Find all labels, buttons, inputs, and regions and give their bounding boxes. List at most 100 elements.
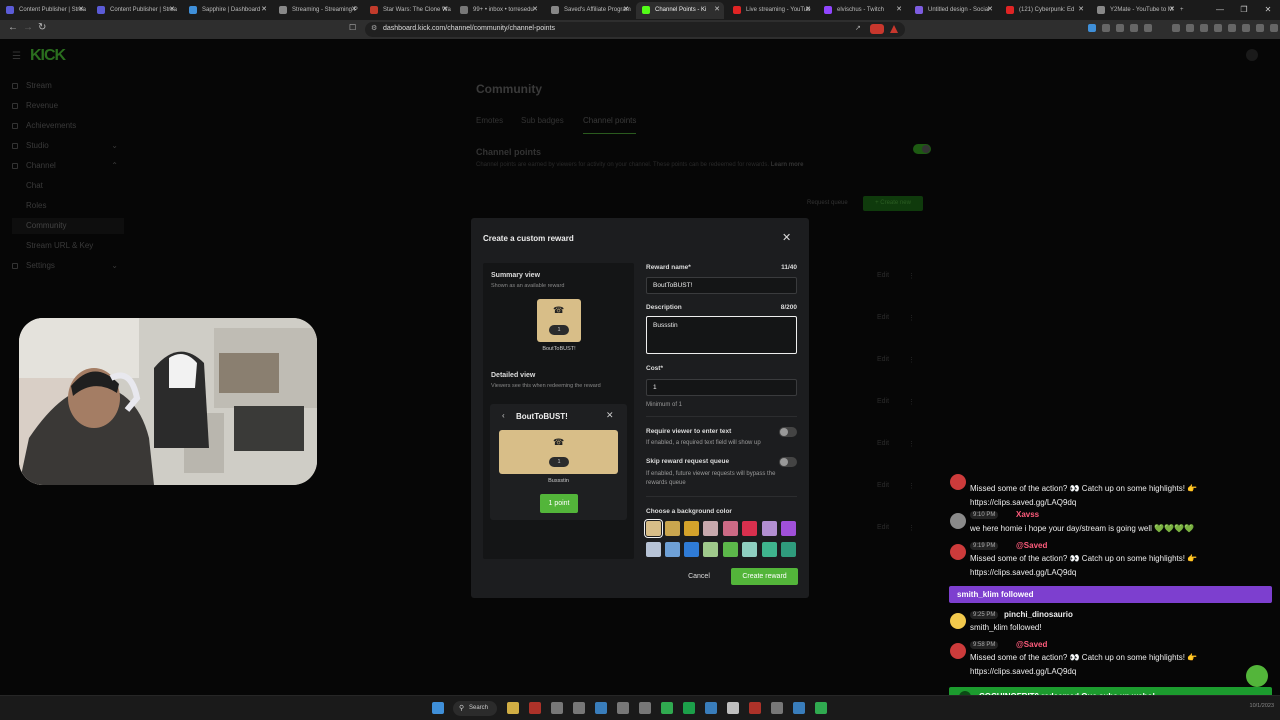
sidebar-item-community[interactable]: Community [12, 218, 124, 234]
more-options-icon[interactable]: ⋮ [908, 482, 915, 490]
require-text-toggle[interactable] [779, 427, 797, 437]
color-swatch[interactable] [665, 542, 680, 557]
brave-rewards-icon[interactable] [890, 25, 898, 33]
browser-tab[interactable]: Content Publisher | Strea ✕ [0, 2, 88, 19]
chat-settings-button[interactable] [1246, 665, 1268, 687]
more-options-icon[interactable]: ⋮ [908, 398, 915, 406]
color-swatch[interactable] [742, 521, 757, 536]
sidebar-item-stream[interactable]: Stream [12, 78, 124, 94]
taskbar-app-icon[interactable] [683, 702, 695, 714]
edit-reward-button[interactable]: Edit [877, 272, 889, 279]
new-tab-button[interactable]: + [1176, 2, 1192, 19]
bookmark-icon[interactable]: ☐ [349, 23, 356, 32]
taskbar-app-icon[interactable] [771, 702, 783, 714]
tab-emotes[interactable]: Emotes [476, 116, 503, 125]
close-tab-icon[interactable]: ✕ [532, 2, 538, 18]
taskbar-app-icon[interactable] [705, 702, 717, 714]
close-tab-icon[interactable]: ✕ [351, 2, 357, 18]
browser-tab[interactable]: Streaming - Streaming P ✕ [273, 2, 361, 19]
learn-more-link[interactable]: Learn more [771, 162, 804, 168]
sidebar-item-revenue[interactable]: Revenue [12, 98, 124, 114]
sidebar-item-achievements[interactable]: Achievements [12, 118, 124, 134]
browser-tab[interactable]: Saved's Affiliate Program ✕ [545, 2, 633, 19]
forward-icon[interactable]: → [23, 22, 33, 33]
taskbar-app-icon[interactable] [815, 702, 827, 714]
color-swatch[interactable] [781, 521, 796, 536]
edit-reward-button[interactable]: Edit [877, 524, 889, 531]
extension-icon[interactable] [1186, 24, 1194, 32]
close-tab-icon[interactable]: ✕ [1078, 2, 1084, 18]
close-tab-icon[interactable]: ✕ [805, 2, 811, 18]
minimize-icon[interactable]: — [1208, 0, 1232, 20]
color-swatch[interactable] [665, 521, 680, 536]
browser-tab[interactable]: Sapphire | Dashboard ✕ [183, 2, 271, 19]
restore-icon[interactable]: ❐ [1232, 0, 1256, 20]
create-new-button[interactable]: + Create new [863, 196, 923, 211]
back-icon[interactable]: ← [8, 22, 18, 33]
close-tab-icon[interactable]: ✕ [714, 2, 720, 18]
edit-reward-button[interactable]: Edit [877, 314, 889, 321]
sidebar-item-roles[interactable]: Roles [12, 198, 124, 214]
sidebar-item-chat[interactable]: Chat [12, 178, 124, 194]
share-icon[interactable]: ↗ [855, 24, 861, 32]
kick-logo[interactable]: KICK [30, 47, 66, 65]
cancel-button[interactable]: Cancel [678, 568, 720, 585]
taskbar-app-icon[interactable] [639, 702, 651, 714]
close-tab-icon[interactable]: ✕ [623, 2, 629, 18]
browser-tab[interactable]: Channel Points - Ki ✕ [636, 2, 724, 19]
channel-points-toggle[interactable] [913, 144, 931, 154]
chat-username[interactable]: @Saved [1016, 541, 1047, 550]
user-avatar[interactable] [1246, 49, 1258, 61]
extension-icon[interactable] [1200, 24, 1208, 32]
color-swatch[interactable] [703, 542, 718, 557]
reward-name-input[interactable]: BoutToBUST! [646, 277, 797, 294]
description-textarea[interactable]: Bussstin [646, 316, 797, 354]
taskbar-app-icon[interactable] [793, 702, 805, 714]
sidebar-item-channel[interactable]: Channel ⌃ [12, 158, 124, 174]
create-reward-button[interactable]: Create reward [731, 568, 798, 585]
taskbar-search[interactable]: ⚲ Search [453, 701, 497, 716]
skip-queue-toggle[interactable] [779, 457, 797, 467]
more-options-icon[interactable]: ⋮ [908, 440, 915, 448]
close-icon[interactable]: ✕ [782, 231, 791, 244]
taskbar-app-icon[interactable] [507, 702, 519, 714]
download-icon[interactable] [1172, 24, 1180, 32]
close-tab-icon[interactable]: ✕ [442, 2, 448, 18]
color-swatch[interactable] [762, 521, 777, 536]
taskbar-app-icon[interactable] [551, 702, 563, 714]
extension-icon[interactable] [1228, 24, 1236, 32]
hamburger-icon[interactable]: ☰ [12, 51, 21, 62]
cost-input[interactable]: 1 [646, 379, 797, 396]
edit-reward-button[interactable]: Edit [877, 356, 889, 363]
address-bar[interactable]: ⚙ dashboard.kick.com/channel/community/c… [365, 22, 905, 37]
color-swatch[interactable] [644, 519, 663, 538]
color-swatch[interactable] [723, 521, 738, 536]
taskbar-app-icon[interactable] [529, 702, 541, 714]
close-tab-icon[interactable]: ✕ [896, 2, 902, 18]
taskbar-app-icon[interactable] [617, 702, 629, 714]
browser-tab[interactable]: Star Wars: The Clone Wa ✕ [364, 2, 452, 19]
sidebar-item-studio[interactable]: Studio ⌄ [12, 138, 124, 154]
taskbar-app-icon[interactable] [595, 702, 607, 714]
more-options-icon[interactable]: ⋮ [908, 272, 915, 280]
extension-icon[interactable] [1214, 24, 1222, 32]
close-tab-icon[interactable]: ✕ [1169, 2, 1175, 18]
sidebar-item-stream-url-key[interactable]: Stream URL & Key [12, 238, 124, 254]
sidebar-item-settings[interactable]: Settings ⌄ [12, 258, 124, 274]
color-swatch[interactable] [781, 542, 796, 557]
chat-username[interactable]: @Saved [1016, 640, 1047, 649]
browser-tab[interactable]: Live streaming - YouTub ✕ [727, 2, 815, 19]
extension-icon[interactable] [1088, 24, 1096, 32]
reload-icon[interactable]: ↻ [38, 22, 46, 33]
browser-tab[interactable]: 99+ • inbox • torresedu ✕ [454, 2, 542, 19]
browser-tab[interactable]: Y2Mate - YouTube to M ✕ [1091, 2, 1179, 19]
extension-icon[interactable] [1242, 24, 1250, 32]
request-queue-button[interactable]: Request queue [807, 200, 848, 206]
chat-username[interactable]: Xavss [1016, 510, 1039, 519]
extension-icon[interactable] [1130, 24, 1138, 32]
color-swatch[interactable] [723, 542, 738, 557]
extension-icon[interactable] [1270, 24, 1278, 32]
chat-username[interactable]: pinchi_dinosaurio [1004, 610, 1073, 619]
extension-icon[interactable] [1144, 24, 1152, 32]
browser-tab[interactable]: Untitled design - Social ✕ [909, 2, 997, 19]
